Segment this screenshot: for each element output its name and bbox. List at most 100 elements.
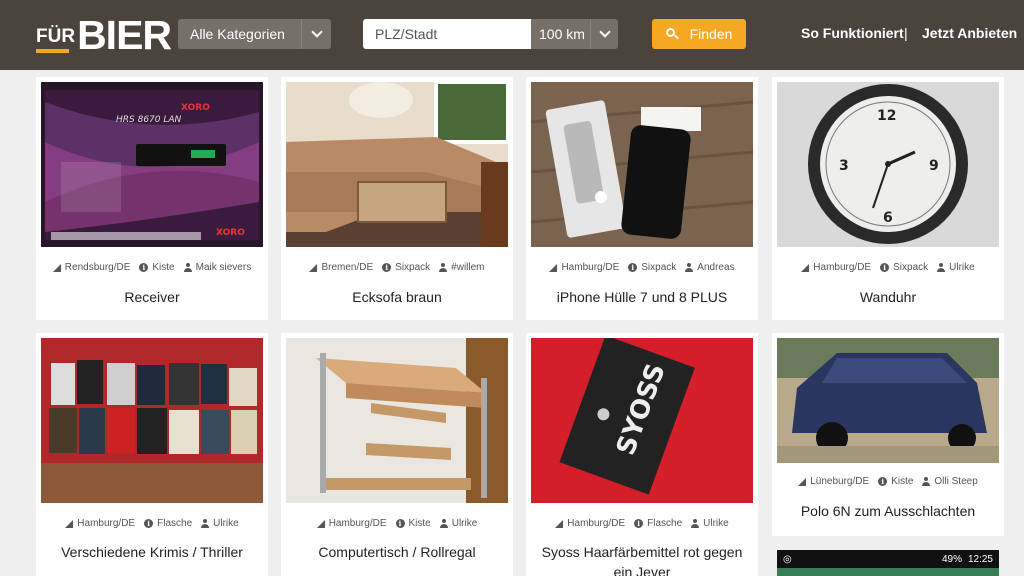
info-icon: i xyxy=(139,263,149,272)
svg-text:XORO: XORO xyxy=(216,228,245,238)
car-photo-art xyxy=(777,338,999,463)
listing-type: Kiste xyxy=(891,476,914,487)
info-icon: i xyxy=(880,263,890,272)
location-icon xyxy=(555,520,563,528)
user-icon xyxy=(439,519,448,528)
listing-card[interactable]: Hamburg/DE i Sixpack Andreas iPhone Hülle… xyxy=(526,77,758,320)
listing-title[interactable]: Polo 6N zum Ausschlachten xyxy=(778,501,998,521)
listing-user: Ulrike xyxy=(703,518,729,529)
svg-text:HRS 8670 LAN: HRS 8670 LAN xyxy=(116,115,182,125)
listing-photo[interactable] xyxy=(286,338,508,503)
phone-app-header xyxy=(777,568,999,576)
svg-text:9: 9 xyxy=(929,158,939,174)
listing-type: Sixpack xyxy=(641,262,677,273)
listing-meta: Rendsburg/DE i Kiste Maik sievers xyxy=(36,262,268,273)
listing-type: Flasche xyxy=(157,518,193,529)
search-icon xyxy=(665,28,679,40)
user-icon xyxy=(691,519,700,528)
listing-meta: Hamburg/DE i Sixpack Andreas xyxy=(526,262,758,273)
listing-location: Hamburg/DE xyxy=(813,262,872,273)
chat-icon: ◎ xyxy=(783,553,792,565)
sofa-photo-art xyxy=(286,82,508,247)
logo-accent-bar xyxy=(36,49,69,53)
listing-photo[interactable]: 12 9 3 6 xyxy=(777,82,999,247)
listing-card[interactable]: Lüneburg/DE i Kiste Olli Steep Polo 6N zu… xyxy=(772,333,1004,536)
phone-time: 12:25 xyxy=(967,553,993,565)
listing-location: Hamburg/DE xyxy=(561,262,620,273)
listing-photo[interactable]: XORO XORO HRS 8670 LAN xyxy=(41,82,263,247)
listing-card[interactable]: Bremen/DE i Sixpack #willem Ecksofa braun xyxy=(281,77,513,320)
location-icon xyxy=(798,478,806,486)
listing-meta: Hamburg/DE i Kiste Ulrike xyxy=(281,518,513,529)
listing-card-partial[interactable]: ◎ 49% 12:25 xyxy=(777,550,999,576)
listing-user: Ulrike xyxy=(949,262,975,273)
location-icon xyxy=(317,520,325,528)
svg-text:3: 3 xyxy=(839,158,849,174)
listing-user: Maik sievers xyxy=(195,262,252,273)
shelf-photo-art xyxy=(286,338,508,503)
listing-meta: Hamburg/DE i Flasche Ulrike xyxy=(526,518,758,529)
user-icon xyxy=(922,477,931,486)
listing-meta: Lüneburg/DE i Kiste Olli Steep xyxy=(772,476,1004,487)
listing-type: Flasche xyxy=(647,518,683,529)
phone-status-bar: ◎ 49% 12:25 xyxy=(777,550,999,568)
find-button[interactable]: Finden xyxy=(652,19,746,49)
listing-title[interactable]: Computertisch / Rollregal xyxy=(287,542,507,562)
listing-title[interactable]: iPhone Hülle 7 und 8 PLUS xyxy=(532,287,752,307)
listing-location: Lüneburg/DE xyxy=(810,476,870,487)
category-select[interactable]: Alle Kategorien xyxy=(178,19,331,49)
listing-photo[interactable] xyxy=(531,82,753,247)
listing-type: Kiste xyxy=(152,262,175,273)
info-icon: i xyxy=(634,519,644,528)
radius-select[interactable]: 100 km xyxy=(531,19,618,49)
listing-title[interactable]: Verschiedene Krimis / Thriller xyxy=(42,542,262,562)
nav-separator: | xyxy=(904,25,908,41)
listing-card[interactable]: XORO XORO HRS 8670 LAN Rendsburg/DE i Kis… xyxy=(36,77,268,320)
listing-card[interactable]: 12 9 3 6 Hamburg/DE i Sixpack Ulrike Wand… xyxy=(772,77,1004,320)
logo-big-text: BIER xyxy=(77,12,172,58)
syoss-photo-art: SYOSS xyxy=(531,338,753,503)
user-icon xyxy=(183,263,192,272)
listing-card[interactable]: Hamburg/DE i Flasche Ulrike Verschiedene … xyxy=(36,333,268,576)
listing-photo[interactable] xyxy=(41,338,263,503)
location-icon xyxy=(53,264,61,272)
listing-title[interactable]: Receiver xyxy=(42,287,262,307)
user-icon xyxy=(201,519,210,528)
svg-text:6: 6 xyxy=(883,210,893,226)
top-header: FÜR BIER Alle Kategorien 100 km Finden S… xyxy=(0,0,1024,70)
listing-meta: Hamburg/DE i Sixpack Ulrike xyxy=(772,262,1004,273)
logo-small-text: FÜR xyxy=(36,27,75,56)
listing-user: Olli Steep xyxy=(934,476,978,487)
listing-location: Hamburg/DE xyxy=(567,518,626,529)
battery-level: 49% xyxy=(941,553,962,565)
listing-photo[interactable]: SYOSS xyxy=(531,338,753,503)
listing-card[interactable]: SYOSS Hamburg/DE i Flasche Ulrike Syoss H… xyxy=(526,333,758,576)
chevron-down-icon xyxy=(590,19,618,49)
listing-photo[interactable] xyxy=(286,82,508,247)
user-icon xyxy=(685,263,694,272)
listing-location: Rendsburg/DE xyxy=(64,262,131,273)
listing-title[interactable]: Ecksofa braun xyxy=(287,287,507,307)
listing-title[interactable]: Syoss Haarfärbemittel rot gegen ein Jeve… xyxy=(532,542,752,576)
nav-how-it-works[interactable]: So Funktioniert xyxy=(801,25,904,41)
listing-type: Kiste xyxy=(408,518,431,529)
category-select-value: Alle Kategorien xyxy=(190,26,285,42)
listing-user: Ulrike xyxy=(451,518,478,529)
nav-offer-now[interactable]: Jetzt Anbieten xyxy=(922,25,1017,41)
clock-photo-art: 12 9 3 6 xyxy=(777,82,999,247)
location-icon xyxy=(549,264,557,272)
books-photo-art xyxy=(41,338,263,503)
location-input[interactable] xyxy=(363,19,531,49)
user-icon xyxy=(439,263,448,272)
location-icon xyxy=(309,264,317,272)
radius-select-value: 100 km xyxy=(539,26,585,42)
find-button-label: Finden xyxy=(689,26,733,42)
user-icon xyxy=(937,263,946,272)
listing-photo[interactable] xyxy=(777,338,999,463)
listing-title[interactable]: Wanduhr xyxy=(778,287,998,307)
listing-meta: Bremen/DE i Sixpack #willem xyxy=(281,262,513,273)
listing-location: Hamburg/DE xyxy=(328,518,387,529)
info-icon: i xyxy=(628,263,638,272)
logo[interactable]: FÜR BIER xyxy=(36,12,172,58)
listing-card[interactable]: Hamburg/DE i Kiste Ulrike Computertisch /… xyxy=(281,333,513,576)
